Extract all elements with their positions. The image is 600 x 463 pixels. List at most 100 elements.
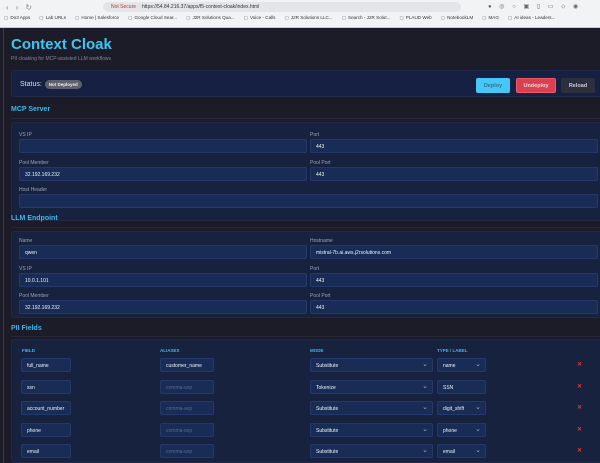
- delete-row-icon[interactable]: ✕: [577, 426, 582, 433]
- type-select[interactable]: email: [437, 444, 486, 458]
- mode-select[interactable]: Substitute: [310, 422, 433, 437]
- bookmark-item[interactable]: ▢ Voice - Calls: [244, 15, 276, 21]
- pool-member-label: Pool Member: [19, 160, 49, 166]
- url-text: https://54.84.216.37/apps/f5-context-clo…: [142, 4, 260, 10]
- bookmark-item[interactable]: ▢ J2R Solutions Qua...: [186, 15, 234, 21]
- app: Context Cloak PII cloaking for MCP-assis…: [3, 28, 600, 463]
- bookmark-label: PLAUD Web: [405, 15, 432, 20]
- type-select[interactable]: digit_shift: [437, 401, 486, 415]
- mode-value: Tokenize: [316, 384, 336, 391]
- bookmark-item[interactable]: ▢ J2R Solutions LLC...: [284, 15, 332, 21]
- column-header-field: FIELD: [22, 348, 35, 353]
- mode-select[interactable]: Substitute: [310, 444, 433, 458]
- aliases-input[interactable]: comma-sep: [160, 401, 214, 415]
- field-input[interactable]: email: [21, 444, 71, 458]
- bookmark-label: Lab URLs: [45, 15, 67, 20]
- bookmark-label: MAG: [488, 15, 499, 20]
- type-value: name: [443, 363, 456, 369]
- field-input[interactable]: ssn: [21, 379, 71, 394]
- type-select[interactable]: name: [437, 358, 486, 372]
- back-icon[interactable]: ‹: [6, 3, 9, 12]
- column-header-mode: MODE: [310, 348, 324, 353]
- bookmark-icon: ▢: [440, 15, 446, 20]
- divider: [11, 336, 600, 337]
- llm-hostname-input[interactable]: mistral-7b.ai.aws.j2rsolutions.com: [310, 245, 598, 259]
- delete-row-icon[interactable]: ✕: [577, 383, 582, 390]
- aliases-input[interactable]: comma-sep: [160, 379, 214, 394]
- label-input[interactable]: SSN: [437, 379, 486, 394]
- field-input[interactable]: phone: [21, 422, 71, 437]
- field-input[interactable]: account_number: [21, 401, 71, 415]
- table-row: phone comma-sep Substitute phone ✕: [12, 422, 600, 439]
- llm-vs-ip-input[interactable]: 10.0.1.101: [19, 273, 307, 287]
- mode-select[interactable]: Substitute: [310, 401, 433, 415]
- divider: [11, 118, 600, 119]
- reload-button[interactable]: Reload: [561, 78, 595, 93]
- bookmark-item[interactable]: ▢ Do3 Apps: [4, 15, 30, 21]
- type-value: SSN: [443, 384, 454, 391]
- bookmark-item[interactable]: ▢ Search - J2R Solut...: [342, 15, 391, 21]
- bookmark-item[interactable]: ▢ PLAUD Web: [399, 15, 431, 21]
- bookmark-icon: ▢: [75, 15, 80, 20]
- page-title: Context Cloak: [11, 36, 112, 53]
- llm-port-input[interactable]: 443: [310, 273, 598, 287]
- host-header-label: Host Header: [19, 187, 48, 193]
- mode-value: Substitute: [316, 363, 339, 369]
- pii-fields-heading: PII Fields: [11, 325, 42, 332]
- mcp-host-header-input[interactable]: [19, 194, 598, 208]
- table-row: account_number comma-sep Substitute digit_s…: [12, 401, 600, 417]
- bookmark-item[interactable]: ▢ Lab URLs: [39, 15, 66, 21]
- mcp-pool-port-input[interactable]: 443: [310, 167, 598, 181]
- bookmark-item[interactable]: ▢ Google Cloud Sear...: [128, 15, 177, 21]
- deploy-button[interactable]: Deploy: [476, 78, 510, 93]
- llm-pool-member-input[interactable]: 32.192.169.232: [19, 300, 307, 314]
- type-value: digit_shift: [443, 406, 465, 412]
- bookmark-icon: ▢: [186, 15, 191, 20]
- llm-endpoint-heading: LLM Endpoint: [11, 215, 58, 222]
- type-select[interactable]: phone: [437, 422, 486, 437]
- port-label: Port: [310, 266, 320, 272]
- extension-icons[interactable]: ● ◎ ○ ▣ ▯ ▭ ⬦ ◉: [488, 3, 581, 11]
- undeploy-button[interactable]: Undeploy: [516, 78, 556, 93]
- column-header-type: TYPE / LABEL: [437, 348, 468, 353]
- bookmark-icon: ▢: [341, 15, 347, 20]
- aliases-input[interactable]: comma-sep: [160, 444, 214, 458]
- bookmark-icon: ▢: [507, 15, 513, 20]
- address-bar[interactable]: Not Secure https://54.84.216.37/apps/f5-c…: [103, 2, 461, 12]
- pool-port-label: Pool Port: [310, 293, 331, 299]
- bookmark-item[interactable]: ▢ AI ideas - Leaders...: [508, 15, 555, 21]
- llm-name-input[interactable]: qwen: [19, 245, 307, 259]
- bookmark-icon: ▢: [128, 15, 133, 20]
- forward-icon[interactable]: ›: [16, 3, 19, 12]
- mode-value: Substitute: [316, 449, 339, 455]
- browser-nav: ‹ › ↻: [6, 3, 32, 12]
- bookmark-item[interactable]: ▢ Home | Salesforce: [75, 15, 119, 21]
- mode-select[interactable]: Substitute: [310, 358, 433, 372]
- mcp-vs-ip-input[interactable]: [19, 139, 307, 153]
- llm-pool-port-input[interactable]: 443: [310, 300, 598, 314]
- bookmark-label: Google Cloud Sear...: [134, 15, 178, 20]
- delete-row-icon[interactable]: ✕: [577, 447, 582, 454]
- delete-row-icon[interactable]: ✕: [577, 404, 582, 411]
- delete-row-icon[interactable]: ✕: [577, 361, 582, 368]
- not-secure-label: Not Secure: [111, 4, 137, 10]
- status-label: Status:: [20, 81, 42, 88]
- aliases-input[interactable]: comma-sep: [160, 422, 214, 437]
- bookmark-item[interactable]: ▢ NotebookLM: [441, 15, 473, 21]
- reload-icon[interactable]: ↻: [25, 3, 32, 12]
- pool-member-label: Pool Member: [19, 293, 49, 299]
- type-value: email: [443, 449, 455, 455]
- vs-ip-label: VS IP: [19, 266, 32, 272]
- bookmarks-bar: ▢ Do3 Apps ▢ Lab URLs ▢ Home | Salesforce ▢ Goo…: [4, 15, 555, 21]
- mcp-port-input[interactable]: 443: [310, 139, 598, 153]
- name-label: Name: [19, 238, 33, 244]
- vs-ip-label: VS IP: [19, 132, 32, 138]
- mode-select[interactable]: Tokenize: [310, 379, 433, 394]
- bookmark-item[interactable]: ▢ MAG: [482, 15, 499, 21]
- status-badge: Not Deployed: [44, 80, 82, 89]
- field-input[interactable]: full_name: [21, 358, 71, 372]
- bookmark-label: Search - J2R Solut...: [348, 15, 391, 20]
- table-row: ssn comma-sep Tokenize SSN ✕: [12, 379, 600, 396]
- mcp-pool-member-input[interactable]: 32.192.169.232: [19, 167, 307, 181]
- aliases-input[interactable]: customer_name: [160, 358, 214, 372]
